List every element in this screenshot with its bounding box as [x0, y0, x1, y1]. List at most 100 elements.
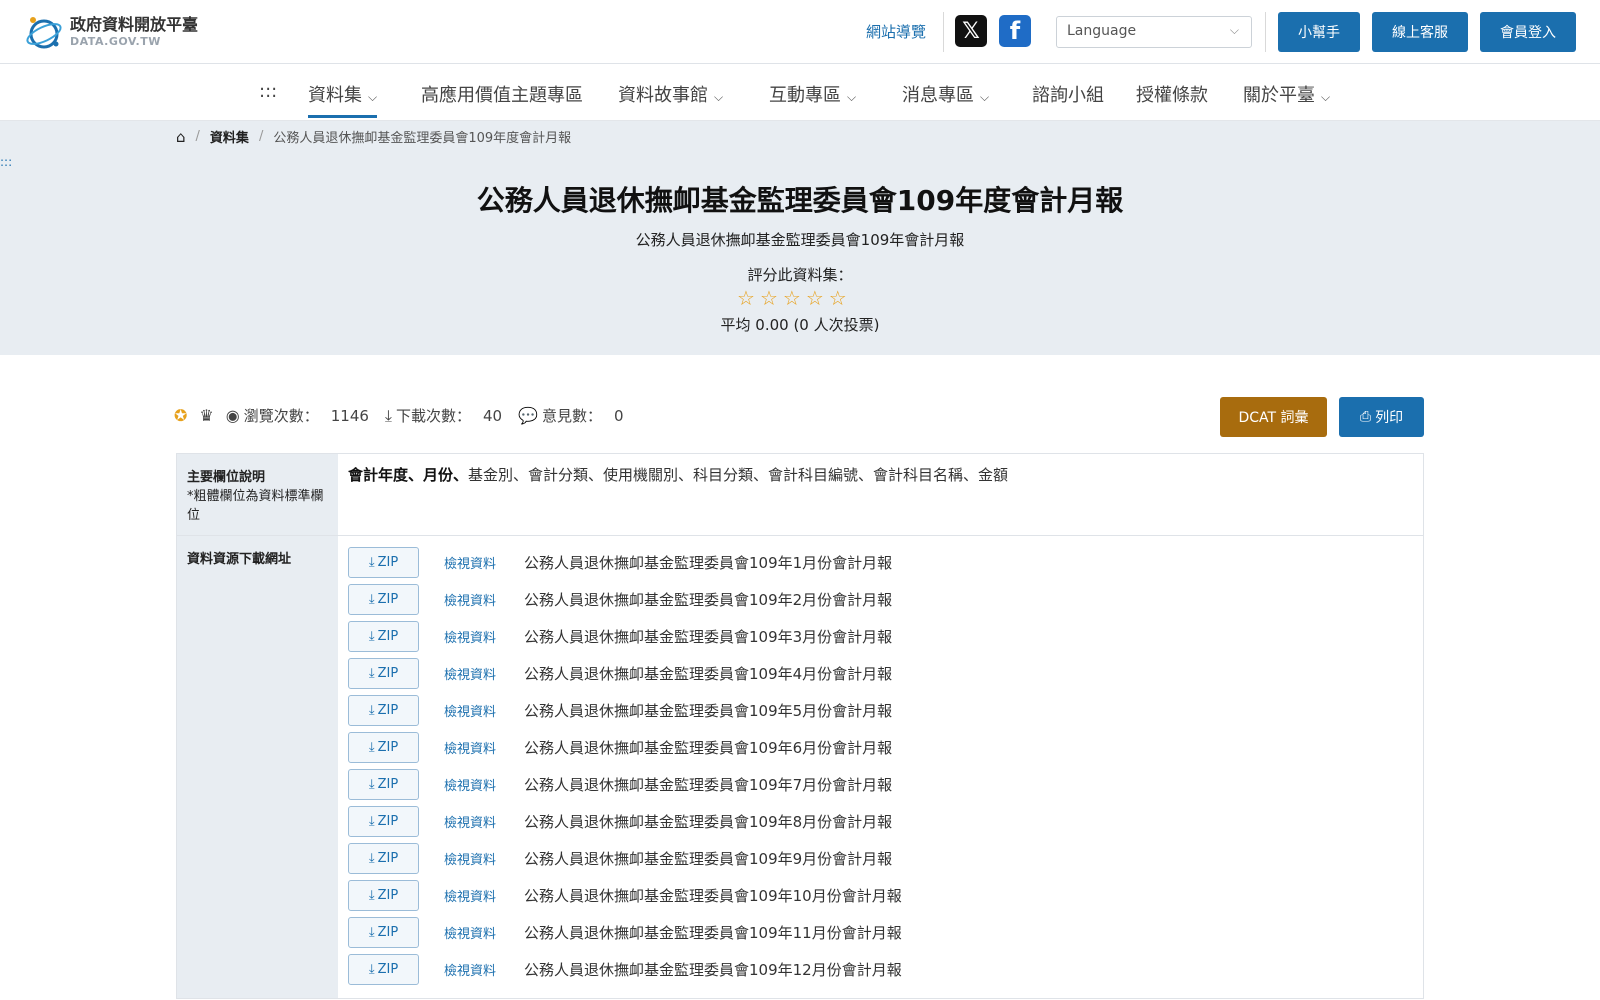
resource-name: 公務人員退休撫卹基金監理委員會109年10月份會計月報	[524, 887, 902, 905]
divider	[943, 12, 944, 52]
zip-label: ZIP	[377, 814, 399, 829]
view-data-link[interactable]: 檢視資料	[444, 960, 524, 979]
chevron-down-icon: ⌵	[1321, 90, 1331, 104]
nav-item-about[interactable]: 關於平臺 ⌵	[1243, 81, 1330, 107]
fields-note: *粗體欄位為資料標準欄位	[187, 489, 324, 523]
resource-name: 公務人員退休撫卹基金監理委員會109年2月份會計月報	[524, 591, 893, 609]
zip-label: ZIP	[377, 740, 399, 755]
zip-label: ZIP	[377, 962, 399, 977]
chevron-down-icon: ⌵	[714, 90, 724, 104]
zip-download-button[interactable]: ⤓ ZIP	[348, 843, 419, 874]
dcat-button[interactable]: DCAT 詞彙	[1220, 397, 1327, 437]
home-icon[interactable]: ⌂	[176, 128, 186, 146]
nav-item-license[interactable]: 授權條款	[1136, 81, 1208, 107]
resource-item: ⤓ ZIP 檢視資料 公務人員退休撫卹基金監理委員會109年5月份會計月報	[348, 692, 1413, 729]
resources-label: 資料資源下載網址	[187, 552, 292, 567]
view-data-link[interactable]: 檢視資料	[444, 553, 524, 572]
dataset-hero: ⌂ / 資料集 / 公務人員退休撫卹基金監理委員會109年度會計月報 ::: 公…	[0, 121, 1600, 355]
zip-download-button[interactable]: ⤓ ZIP	[348, 695, 419, 726]
nav-item-label: 資料故事館	[618, 85, 708, 106]
zip-label: ZIP	[377, 592, 399, 607]
nav-item-datasets[interactable]: 資料集 ⌵	[308, 81, 378, 118]
star-icon[interactable]: ☆	[737, 286, 755, 310]
logo-subtitle: DATA.GOV.TW	[70, 35, 161, 48]
view-data-link[interactable]: 檢視資料	[444, 590, 524, 609]
view-data-link[interactable]: 檢視資料	[444, 664, 524, 683]
view-data-link[interactable]: 檢視資料	[444, 738, 524, 757]
language-select-value: Language	[1067, 23, 1137, 39]
comments-icon: 💬	[518, 406, 539, 425]
resource-item: ⤓ ZIP 檢視資料 公務人員退休撫卹基金監理委員會109年2月份會計月報	[348, 581, 1413, 618]
resource-item: ⤓ ZIP 檢視資料 公務人員退休撫卹基金監理委員會109年4月份會計月報	[348, 655, 1413, 692]
zip-download-button[interactable]: ⤓ ZIP	[348, 584, 419, 615]
download-icon: ⤓	[368, 740, 375, 755]
star-icon[interactable]: ☆	[783, 286, 801, 310]
nav-item-high-value[interactable]: 高應用價值主題專區	[421, 81, 583, 107]
rating-stars: ☆ ☆ ☆ ☆ ☆	[737, 286, 847, 310]
x-icon[interactable]: 𝕏	[955, 15, 987, 47]
member-login-button[interactable]: 會員登入	[1480, 12, 1576, 52]
zip-download-button[interactable]: ⤓ ZIP	[348, 806, 419, 837]
view-data-link[interactable]: 檢視資料	[444, 812, 524, 831]
nav-item-stories[interactable]: 資料故事館 ⌵	[618, 81, 723, 107]
view-data-link[interactable]: 檢視資料	[444, 923, 524, 942]
breadcrumb: ⌂ / 資料集 / 公務人員退休撫卹基金監理委員會109年度會計月報	[176, 127, 572, 147]
resource-item: ⤓ ZIP 檢視資料 公務人員退休撫卹基金監理委員會109年7月份會計月報	[348, 766, 1413, 803]
site-header: 政府資料開放平臺 DATA.GOV.TW 網站導覽 𝕏 f Language ⌵…	[0, 0, 1600, 64]
view-data-link[interactable]: 檢視資料	[444, 627, 524, 646]
view-data-link[interactable]: 檢視資料	[444, 701, 524, 720]
nav-item-advisory[interactable]: 諮詢小組	[1032, 81, 1104, 107]
rating-average: 平均 0.00 (0 人次投票)	[720, 316, 880, 334]
zip-label: ZIP	[377, 629, 399, 644]
star-icon[interactable]: ☆	[806, 286, 824, 310]
download-icon: ⤓	[384, 405, 392, 425]
skip-link-content[interactable]: :::	[0, 155, 12, 169]
download-icon: ⤓	[368, 629, 375, 644]
nav-item-label: 消息專區	[902, 85, 974, 106]
site-guide-link[interactable]: 網站導覽	[866, 21, 926, 42]
zip-download-button[interactable]: ⤓ ZIP	[348, 621, 419, 652]
print-button[interactable]: ⎙ 列印	[1339, 397, 1424, 437]
breadcrumb-datasets[interactable]: 資料集	[210, 127, 249, 146]
resource-item: ⤓ ZIP 檢視資料 公務人員退休撫卹基金監理委員會109年9月份會計月報	[348, 840, 1413, 877]
online-support-button[interactable]: 線上客服	[1372, 12, 1468, 52]
download-icon: ⤓	[368, 962, 375, 977]
resource-name: 公務人員退休撫卹基金監理委員會109年6月份會計月報	[524, 739, 893, 757]
view-data-link[interactable]: 檢視資料	[444, 849, 524, 868]
site-logo[interactable]: 政府資料開放平臺 DATA.GOV.TW	[24, 12, 198, 52]
view-data-link[interactable]: 檢視資料	[444, 775, 524, 794]
zip-download-button[interactable]: ⤓ ZIP	[348, 547, 419, 578]
zip-download-button[interactable]: ⤓ ZIP	[348, 769, 419, 800]
resource-item: ⤓ ZIP 檢視資料 公務人員退休撫卹基金監理委員會109年12月份會計月報	[348, 951, 1413, 988]
rating-label: 評分此資料集：	[747, 266, 853, 284]
resources-row: 資料資源下載網址 ⤓ ZIP 檢視資料 公務人員退休撫卹基金監理委員會109年1月份會…	[177, 536, 1423, 998]
zip-label: ZIP	[377, 851, 399, 866]
skip-link[interactable]: :::	[259, 81, 277, 102]
zip-download-button[interactable]: ⤓ ZIP	[348, 954, 419, 985]
award-icon: ✪	[174, 406, 188, 425]
zip-download-button[interactable]: ⤓ ZIP	[348, 880, 419, 911]
zip-download-button[interactable]: ⤓ ZIP	[348, 732, 419, 763]
resource-item: ⤓ ZIP 檢視資料 公務人員退休撫卹基金監理委員會109年10月份會計月報	[348, 877, 1413, 914]
star-icon[interactable]: ☆	[760, 286, 778, 310]
comments-count: 0	[614, 406, 624, 425]
page-title: 公務人員退休撫卹基金監理委員會109年度會計月報	[476, 184, 1124, 217]
nav-item-news[interactable]: 消息專區 ⌵	[902, 81, 989, 107]
chevron-down-icon: ⌵	[980, 90, 990, 104]
downloads-label: 下載次數：	[396, 407, 472, 425]
view-data-link[interactable]: 檢視資料	[444, 886, 524, 905]
chevron-down-icon: ⌵	[1229, 23, 1239, 37]
nav-item-interactive[interactable]: 互動專區 ⌵	[769, 81, 856, 107]
views-label: 瀏覽次數：	[243, 407, 319, 425]
nav-item-label: 授權條款	[1136, 85, 1208, 106]
helper-button[interactable]: 小幫手	[1278, 12, 1360, 52]
facebook-icon[interactable]: f	[999, 15, 1031, 47]
download-icon: ⤓	[368, 777, 375, 792]
zip-download-button[interactable]: ⤓ ZIP	[348, 917, 419, 948]
nav-item-label: 關於平臺	[1243, 85, 1315, 106]
breadcrumb-current: 公務人員退休撫卹基金監理委員會109年度會計月報	[273, 131, 572, 146]
resource-item: ⤓ ZIP 檢視資料 公務人員退休撫卹基金監理委員會109年11月份會計月報	[348, 914, 1413, 951]
zip-download-button[interactable]: ⤓ ZIP	[348, 658, 419, 689]
language-select[interactable]: Language ⌵	[1056, 16, 1252, 48]
star-icon[interactable]: ☆	[829, 286, 847, 310]
